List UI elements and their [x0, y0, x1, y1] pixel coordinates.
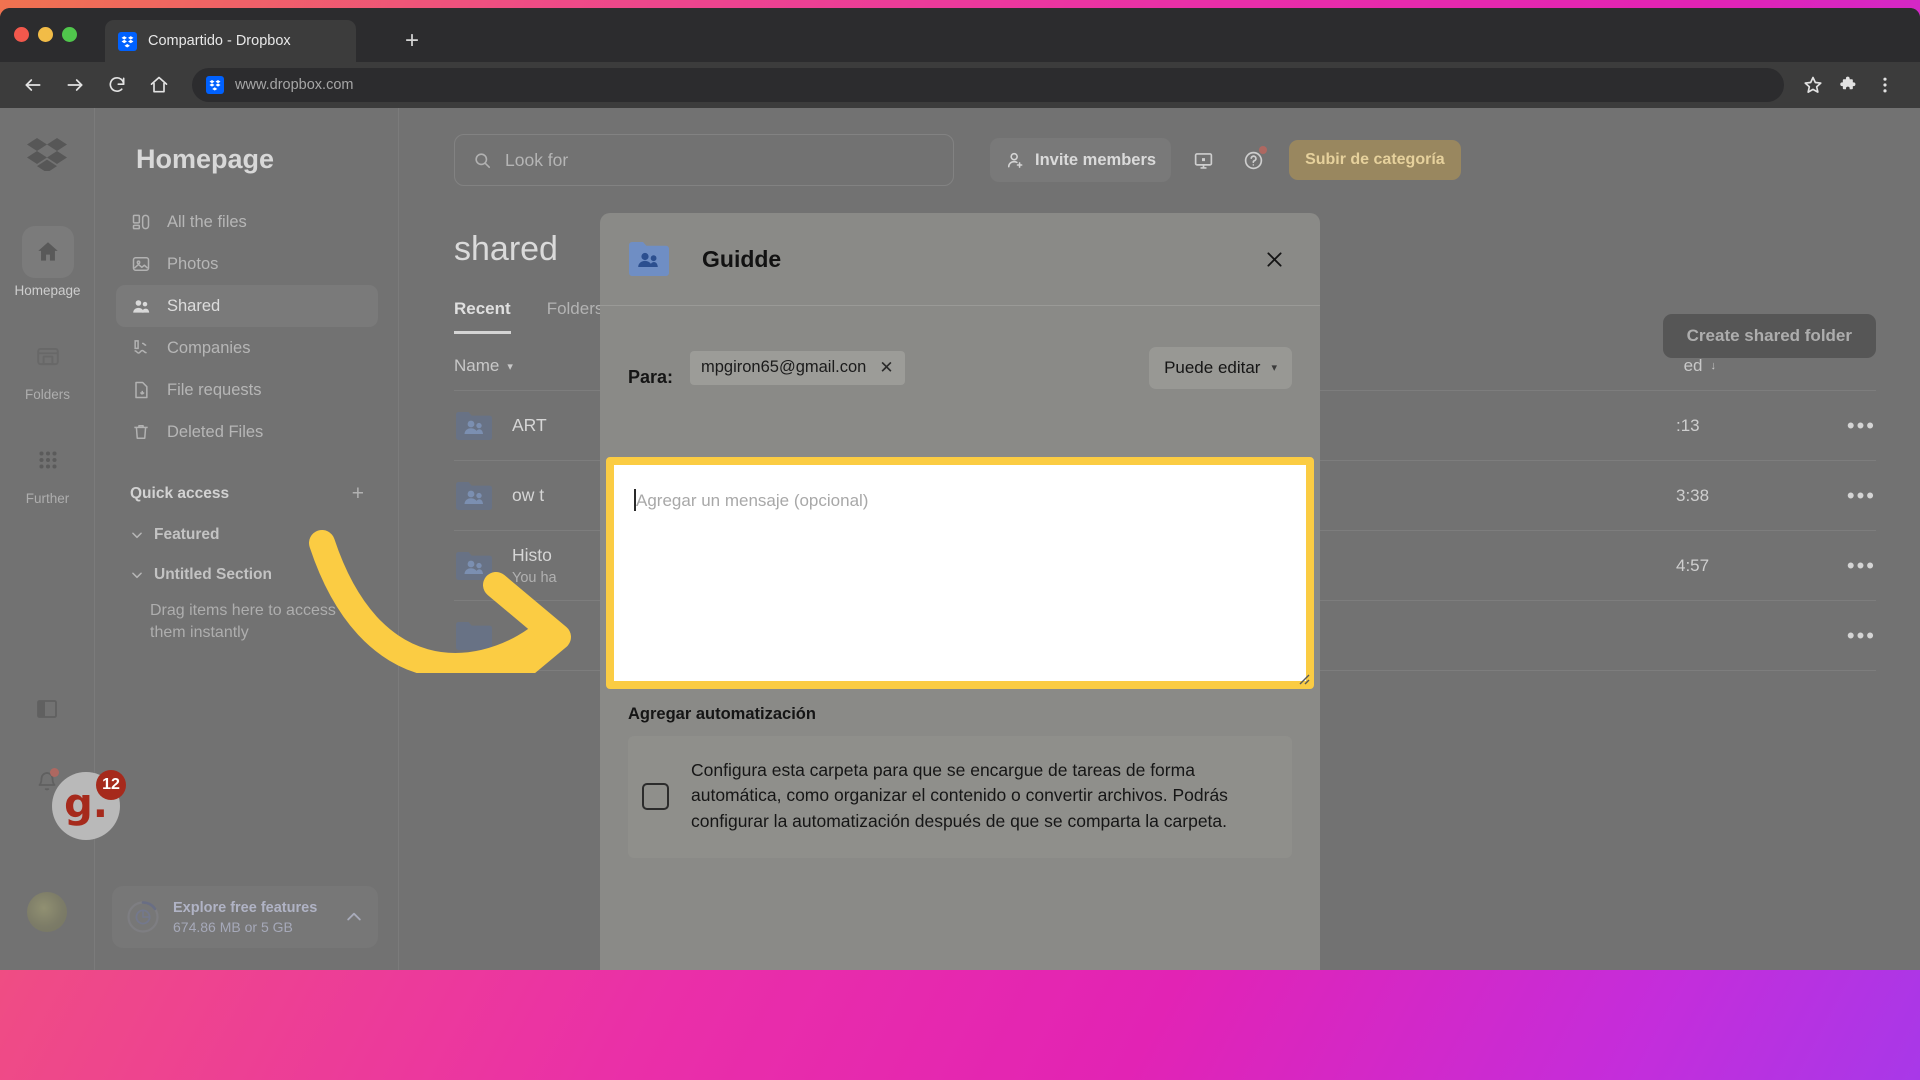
reload-icon[interactable]	[100, 68, 134, 102]
to-label: Para:	[628, 366, 674, 387]
browser-toolbar: www.dropbox.com	[0, 62, 1920, 108]
address-bar[interactable]: www.dropbox.com	[192, 68, 1784, 102]
star-icon[interactable]	[1796, 68, 1830, 102]
new-tab-button[interactable]: +	[400, 29, 424, 54]
puzzle-icon[interactable]	[1832, 68, 1866, 102]
modal-title: Guidde	[702, 245, 782, 272]
recipient-email: mpgiron65@gmail.con	[701, 358, 867, 376]
dropbox-app: Homepage Folders Further g. 12 Homepage …	[0, 108, 1920, 970]
recipient-chip[interactable]: mpgiron65@gmail.con ✕	[690, 350, 905, 385]
resize-handle-icon[interactable]	[1296, 671, 1310, 685]
automation-title: Agregar automatización	[628, 705, 816, 723]
browser-window: Compartido - Dropbox + www.dropbox.com H…	[0, 8, 1920, 970]
browser-tab[interactable]: Compartido - Dropbox	[105, 20, 356, 62]
address-bar-url: www.dropbox.com	[235, 77, 354, 93]
browser-tab-strip: Compartido - Dropbox +	[0, 8, 1920, 62]
browser-tab-title: Compartido - Dropbox	[148, 33, 291, 49]
remove-chip-icon[interactable]: ✕	[879, 358, 893, 378]
three-dot-menu-icon[interactable]	[1868, 68, 1902, 102]
permission-label: Puede editar	[1164, 357, 1261, 377]
site-favicon-icon	[206, 76, 224, 94]
back-arrow-icon[interactable]	[16, 68, 50, 102]
automation-description: Configura esta carpeta para que se encar…	[691, 760, 1228, 831]
message-placeholder: Agregar un mensaje (opcional)	[636, 491, 869, 510]
recipients-row: Para: mpgiron65@gmail.con ✕ Puede editar…	[600, 306, 1320, 402]
home-icon[interactable]	[142, 68, 176, 102]
automation-section: Agregar automatización Configura esta ca…	[600, 705, 1320, 859]
guidde-widget-button[interactable]: g. 12	[52, 770, 126, 840]
close-icon[interactable]	[1256, 241, 1292, 277]
automation-card: Configura esta carpeta para que se encar…	[628, 736, 1292, 859]
share-folder-modal: Guidde Para: mpgiron65@gmail.con ✕ Puede…	[600, 213, 1320, 970]
close-window-button[interactable]	[14, 27, 29, 42]
automation-checkbox[interactable]	[642, 782, 669, 810]
window-traffic-lights	[14, 27, 77, 42]
dropbox-favicon-icon	[118, 31, 137, 51]
shared-folder-icon	[628, 241, 670, 277]
message-textarea[interactable]: Agregar un mensaje (opcional)	[606, 457, 1314, 689]
permission-dropdown[interactable]: Puede editar ▾	[1149, 346, 1292, 389]
minimize-window-button[interactable]	[38, 27, 53, 42]
forward-arrow-icon[interactable]	[58, 68, 92, 102]
guidde-badge-count: 12	[96, 770, 126, 800]
maximize-window-button[interactable]	[62, 27, 77, 42]
chevron-down-icon: ▾	[1271, 362, 1277, 374]
modal-header: Guidde	[600, 213, 1320, 306]
